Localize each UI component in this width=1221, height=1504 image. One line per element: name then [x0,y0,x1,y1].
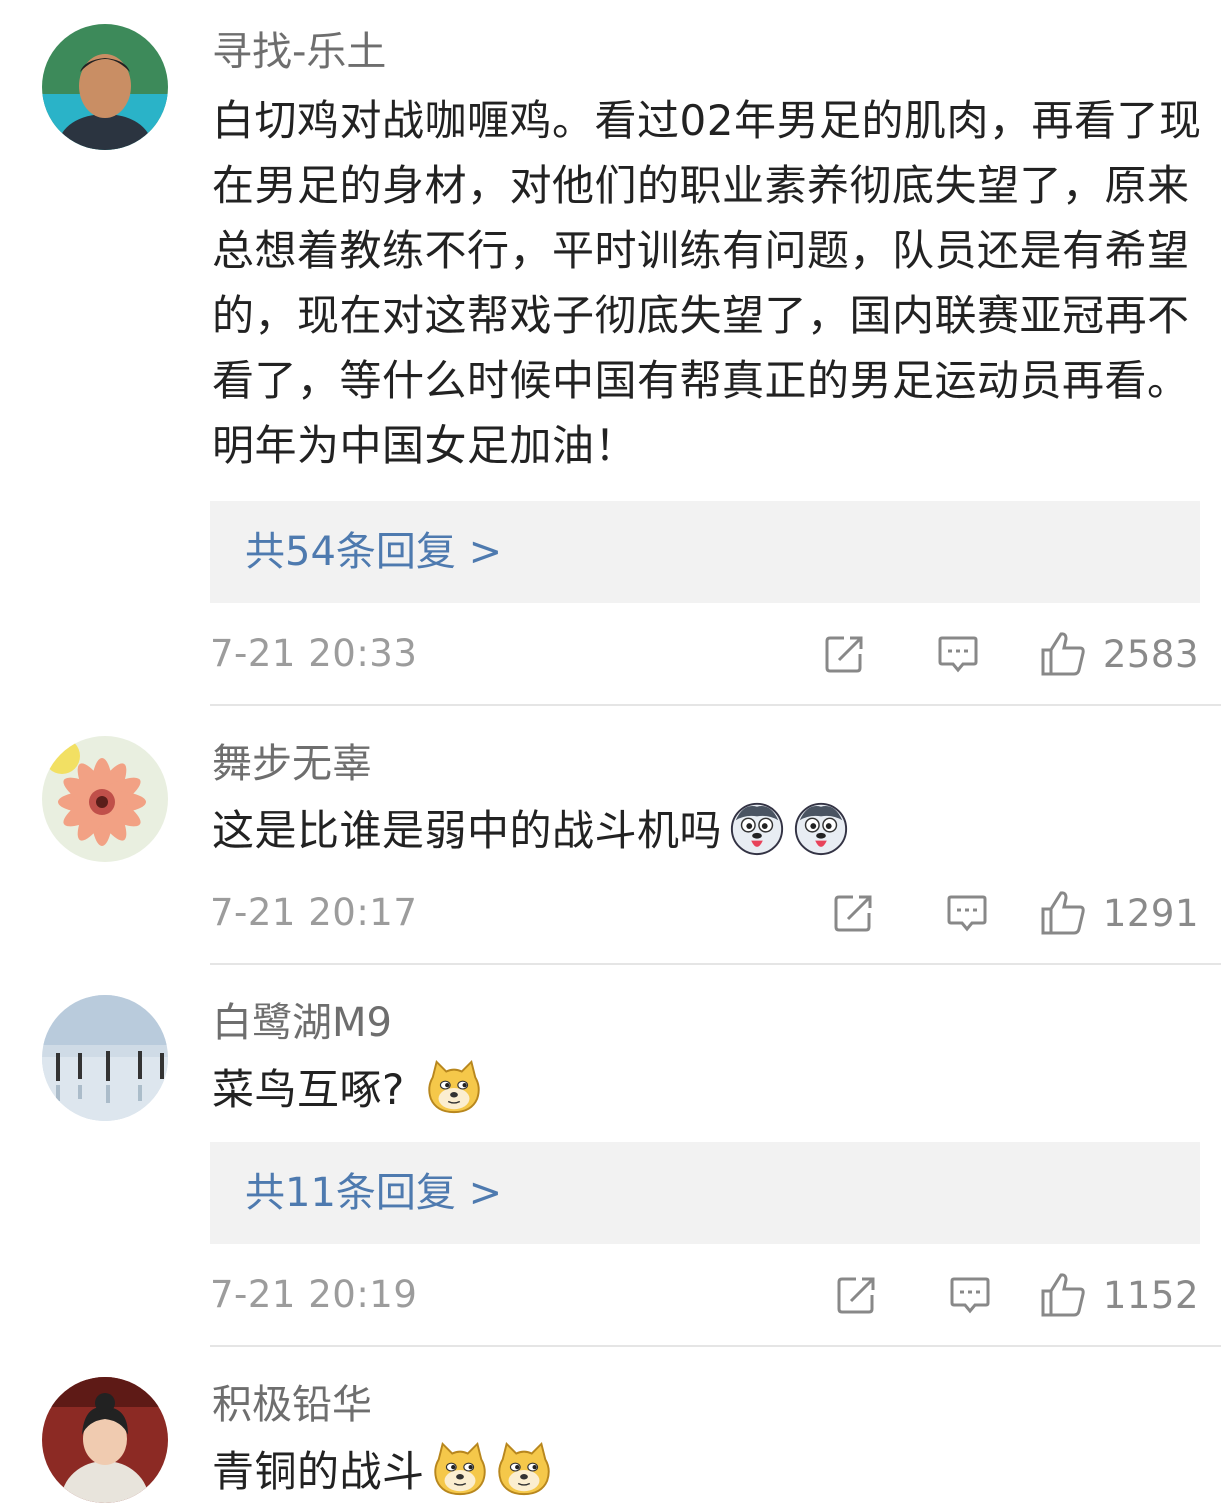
share-icon[interactable] [822,632,866,676]
comment-text: 菜鸟互啄? [212,1057,1207,1122]
username[interactable]: 舞步无辜 [212,738,372,790]
doge-emoji-icon [495,1440,553,1498]
comment-meta: 7-21 20:17 1291 [210,883,1199,943]
divider [210,1345,1221,1347]
thumbs-up-icon [1039,630,1087,678]
comment-icon[interactable] [936,632,980,676]
avatar[interactable] [42,1377,168,1503]
username[interactable]: 积极铅华 [212,1379,372,1431]
username[interactable]: 白鹭湖M9 [212,997,392,1049]
avatar[interactable] [42,995,168,1121]
like-button[interactable]: 2583 [1039,624,1199,684]
share-icon[interactable] [831,891,875,935]
comment-icon[interactable] [945,891,989,935]
like-count: 1152 [1102,1273,1199,1317]
husky-emoji-icon [792,799,850,857]
comment-icon[interactable] [948,1273,992,1317]
like-button[interactable]: 1152 [1039,1265,1199,1325]
comment-meta: 7-21 20:19 1152 [210,1265,1199,1325]
thumbs-up-icon [1039,889,1087,937]
comment-text: 白切鸡对战咖喱鸡。看过02年男足的肌肉，再看了现在男足的身材，对他们的职业素养彻… [212,96,1202,470]
comment-text-content: 菜鸟互啄? [212,1065,419,1114]
avatar[interactable] [42,24,168,150]
doge-emoji-icon [425,1058,483,1116]
timestamp: 7-21 20:33 [210,632,418,675]
share-icon[interactable] [834,1273,878,1317]
comment-text: 这是比谁是弱中的战斗机吗 [212,798,1207,863]
husky-emoji-icon [728,799,786,857]
replies-link[interactable]: 共54条回复 > [210,501,1200,603]
timestamp: 7-21 20:19 [210,1273,418,1316]
divider [210,704,1221,706]
avatar[interactable] [42,736,168,862]
timestamp: 7-21 20:17 [210,891,418,934]
replies-link[interactable]: 共11条回复 > [210,1142,1200,1244]
like-button[interactable]: 1291 [1039,883,1199,943]
thumbs-up-icon [1039,1271,1087,1319]
doge-emoji-icon [431,1440,489,1498]
comment-text-content: 这是比谁是弱中的战斗机吗 [212,806,723,855]
comment-text-content: 青铜的战斗 [212,1447,425,1496]
comment-meta: 7-21 20:33 2583 [210,624,1199,684]
like-count: 2583 [1102,632,1199,676]
like-count: 1291 [1102,891,1199,935]
username[interactable]: 寻找-乐土 [212,26,386,78]
comment-text: 青铜的战斗 [212,1439,1207,1504]
divider [210,963,1221,965]
